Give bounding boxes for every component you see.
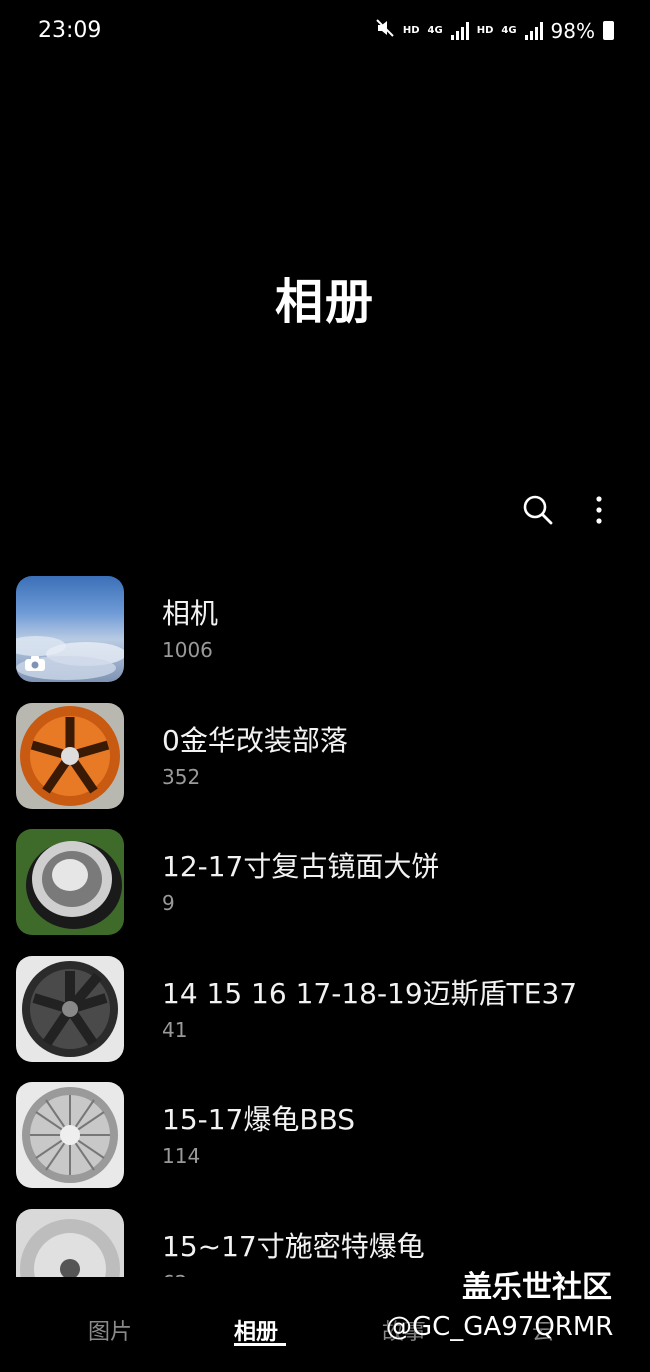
album-thumbnail <box>16 1082 124 1188</box>
album-count: 9 <box>162 891 175 915</box>
silver-wheel-image <box>20 1219 120 1277</box>
battery-percent: 98% <box>550 18 595 43</box>
camera-icon <box>25 656 45 671</box>
status-time: 23:09 <box>38 18 102 43</box>
album-thumbnail <box>16 956 124 1062</box>
watermark-handle: @GC_GA97QRMR <box>386 1312 614 1342</box>
search-button[interactable] <box>520 492 556 528</box>
album-list: 相机 1006 0金华改装部落 352 12-17寸复古镜面大饼 9 14 15… <box>0 574 650 1277</box>
network-label-2: 4G <box>501 25 517 36</box>
mute-icon <box>375 18 395 43</box>
signal-icon-2 <box>524 21 543 40</box>
chrome-wheel-image <box>26 841 122 929</box>
tab-pictures[interactable]: 图片 <box>88 1314 132 1346</box>
album-item-te37[interactable]: 14 15 16 17-18-19迈斯盾TE37 41 <box>0 954 650 1064</box>
active-tab-indicator <box>234 1343 286 1346</box>
orange-wheel-image <box>20 706 120 806</box>
album-count: 1006 <box>162 638 213 662</box>
status-icons: HD 4G HD 4G 98% <box>375 18 614 43</box>
album-item-retro-mirror[interactable]: 12-17寸复古镜面大饼 9 <box>0 827 650 937</box>
album-name: 12-17寸复古镜面大饼 <box>162 850 440 883</box>
album-name: 相机 <box>162 597 219 630</box>
album-thumbnail <box>16 829 124 935</box>
album-count: 114 <box>162 1144 201 1168</box>
album-name: 14 15 16 17-18-19迈斯盾TE37 <box>162 977 578 1010</box>
battery-icon <box>603 21 614 40</box>
hd-label-2: HD <box>476 25 494 36</box>
black-wheel-image <box>22 961 118 1057</box>
album-count: 41 <box>162 1018 188 1042</box>
search-icon <box>523 495 553 525</box>
album-item-jinhua[interactable]: 0金华改装部落 352 <box>0 701 650 811</box>
album-thumbnail <box>16 1209 124 1277</box>
album-name: 15-17爆龟BBS <box>162 1103 356 1136</box>
status-bar: 23:09 HD 4G HD 4G 98% <box>0 0 650 64</box>
tab-albums[interactable]: 相册 <box>234 1314 278 1346</box>
album-count: 62 <box>162 1271 187 1277</box>
more-options-button[interactable] <box>583 492 619 528</box>
album-thumbnail <box>16 576 124 682</box>
mesh-wheel-image <box>22 1087 118 1183</box>
watermark-title: 盖乐世社区 <box>462 1270 612 1305</box>
more-vertical-icon <box>596 496 602 524</box>
album-item-camera[interactable]: 相机 1006 <box>0 574 650 684</box>
album-count: 352 <box>162 765 201 789</box>
signal-icon-1 <box>450 21 469 40</box>
page-title: 相册 <box>274 274 375 330</box>
hd-label-1: HD <box>402 25 420 36</box>
network-label-1: 4G <box>427 25 443 36</box>
album-item-bbs[interactable]: 15-17爆龟BBS 114 <box>0 1080 650 1190</box>
album-name: 0金华改装部落 <box>162 724 348 757</box>
album-thumbnail <box>16 703 124 809</box>
album-name: 15~17寸施密特爆龟 <box>162 1230 425 1263</box>
